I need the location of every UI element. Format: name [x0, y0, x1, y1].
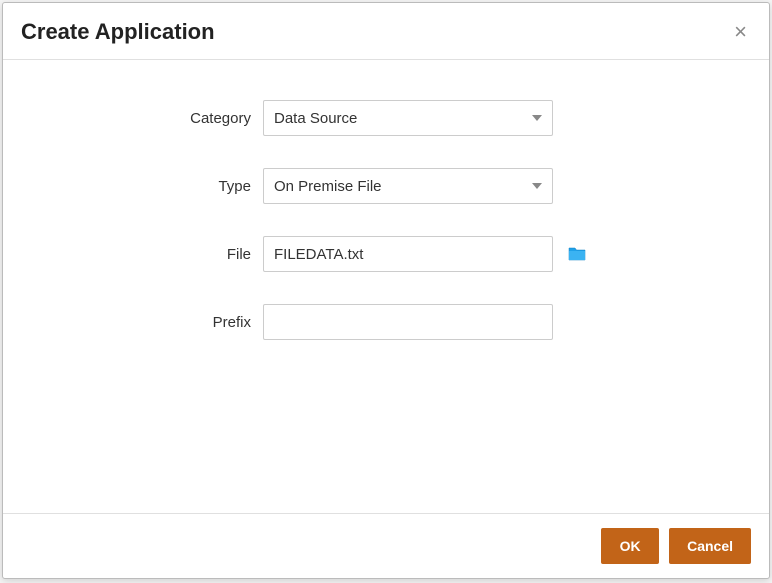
file-input[interactable]	[263, 236, 553, 272]
dialog-footer: OK Cancel	[3, 513, 769, 578]
close-icon[interactable]: ×	[730, 19, 751, 45]
file-row: File	[43, 236, 729, 272]
dialog-header: Create Application ×	[3, 3, 769, 60]
category-value: Data Source	[274, 110, 532, 127]
dialog-body: Category Data Source Type On Premise Fil…	[3, 60, 769, 513]
category-label: Category	[43, 110, 263, 127]
type-label: Type	[43, 178, 263, 195]
prefix-input[interactable]	[263, 304, 553, 340]
folder-icon[interactable]	[567, 246, 587, 262]
type-value: On Premise File	[274, 178, 532, 195]
file-label: File	[43, 246, 263, 263]
type-select[interactable]: On Premise File	[263, 168, 553, 204]
create-application-dialog: Create Application × Category Data Sourc…	[2, 2, 770, 579]
cancel-button[interactable]: Cancel	[669, 528, 751, 564]
ok-button[interactable]: OK	[601, 528, 659, 564]
chevron-down-icon	[532, 183, 542, 189]
dialog-title: Create Application	[21, 19, 215, 45]
chevron-down-icon	[532, 115, 542, 121]
category-row: Category Data Source	[43, 100, 729, 136]
category-select[interactable]: Data Source	[263, 100, 553, 136]
type-row: Type On Premise File	[43, 168, 729, 204]
prefix-label: Prefix	[43, 314, 263, 331]
prefix-row: Prefix	[43, 304, 729, 340]
